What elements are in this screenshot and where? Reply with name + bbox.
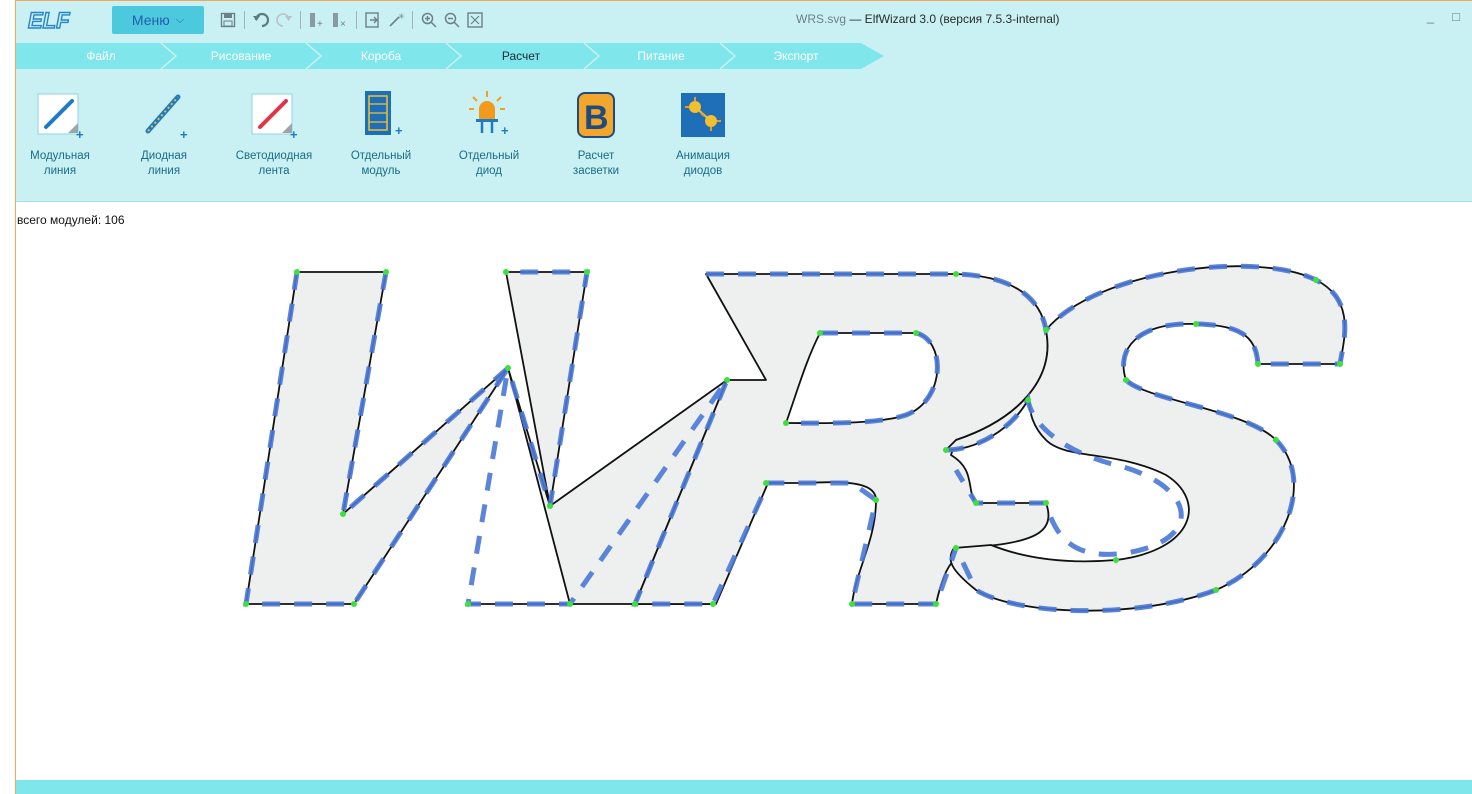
toolbar-separator [356, 11, 357, 29]
tool-diode-line[interactable]: + Диодная линия [114, 89, 214, 179]
tool-label-line2: модуль [361, 165, 401, 177]
svg-text:+: + [395, 123, 403, 138]
svg-text:✳: ✳ [398, 12, 405, 21]
tool-label-line1: Светодиодная [235, 150, 313, 162]
status-bar [16, 780, 1472, 794]
remove-module-icon[interactable]: × [330, 9, 350, 31]
window-title: WRS.svg — ElfWizard 3.0 (версия 7.5.3-in… [796, 12, 1060, 26]
window-controls: _ □ [1427, 9, 1460, 24]
led-strip-icon: + [248, 89, 300, 143]
tool-modular-line[interactable]: + Модульная линия [10, 89, 110, 179]
ribbon-panel: + Модульная линия + Диодная линия + Светод… [16, 71, 1472, 202]
svg-text:+: + [317, 19, 323, 29]
tool-single-module[interactable]: + Отдельный модуль [331, 89, 431, 179]
toolbar-separator [244, 11, 245, 29]
add-module-icon[interactable]: + [307, 9, 327, 31]
maximize-button[interactable]: □ [1452, 9, 1460, 24]
diode-line-icon: + [138, 89, 190, 143]
save-icon[interactable] [218, 9, 238, 31]
tab-calculation[interactable]: Расчет [466, 43, 576, 69]
tool-label-line1: Расчет [577, 150, 615, 162]
svg-text:ELF: ELF [28, 8, 70, 33]
single-module-icon: + [355, 89, 407, 143]
chevron-down-icon: ⌵ [175, 13, 185, 26]
magic-wand-icon[interactable]: ✳ [386, 9, 406, 31]
tab-boxes[interactable]: Короба [326, 43, 436, 69]
minimize-button[interactable]: _ [1427, 9, 1434, 24]
tool-label-line2: диодов [683, 165, 723, 177]
undo-icon[interactable] [251, 9, 271, 31]
tab-export[interactable]: Экспорт [741, 43, 851, 69]
svg-text:×: × [340, 19, 346, 29]
quick-access-toolbar: + × ✳ [218, 9, 485, 31]
diode-animation-icon [677, 89, 729, 143]
redo-icon[interactable] [274, 9, 294, 31]
single-diode-icon: + [463, 89, 515, 143]
tab-drawing[interactable]: Рисование [186, 43, 296, 69]
svg-text:+: + [290, 127, 298, 142]
window-title-app: — ElfWizard 3.0 (версия 7.5.3-internal) [846, 12, 1060, 26]
menu-button[interactable]: Меню ⌵ [112, 6, 204, 34]
tool-label-line1: Модульная [30, 150, 90, 162]
tool-label-line1: Отдельный [350, 150, 412, 162]
tool-illumination-calc[interactable]: B Расчет засветки [546, 89, 646, 179]
tab-power[interactable]: Питание [606, 43, 716, 69]
svg-text:+: + [76, 127, 84, 142]
module-count-label: всего модулей: 106 [17, 213, 125, 227]
svg-text:+: + [501, 123, 509, 138]
tool-label-line2: линия [43, 165, 77, 177]
tool-label-line1: Диодная [140, 150, 188, 162]
tool-label-line2: лента [258, 165, 290, 177]
tool-label-line2: засветки [572, 165, 620, 177]
export-icon[interactable] [363, 9, 383, 31]
svg-text:+: + [180, 127, 188, 142]
title-bar: ELF Меню ⌵ + × ✳ WRS.svg — ElfWizard 3.0… [16, 1, 1472, 39]
tool-label-line1: Отдельный [458, 150, 520, 162]
menu-button-label: Меню [131, 12, 170, 28]
drawing-canvas[interactable] [16, 230, 1472, 780]
svg-text:B: B [584, 99, 609, 137]
tool-single-diode[interactable]: + Отдельный диод [439, 89, 539, 179]
toolbar-separator [412, 11, 413, 29]
tool-led-strip[interactable]: + Светодиодная лента [224, 89, 324, 179]
window-title-file: WRS.svg [796, 12, 847, 26]
ribbon-tabs: Файл Рисование Короба Расчет Питание Экс… [16, 39, 1472, 71]
window-top-border [15, 0, 1472, 1]
tool-label-line1: Анимация [676, 150, 730, 162]
tool-label-line2: линия [147, 165, 181, 177]
tab-file[interactable]: Файл [56, 43, 146, 69]
illumination-calc-icon: B [570, 89, 622, 143]
elf-logo: ELF [26, 7, 84, 33]
toolbar-separator [300, 11, 301, 29]
zoom-in-icon[interactable] [419, 9, 439, 31]
zoom-fit-icon[interactable] [465, 9, 485, 31]
modular-line-icon: + [34, 89, 86, 143]
zoom-out-icon[interactable] [442, 9, 462, 31]
tool-diode-animation[interactable]: Анимация диодов [653, 89, 753, 179]
tool-label-line2: диод [476, 165, 502, 177]
window-left-border [15, 0, 16, 794]
